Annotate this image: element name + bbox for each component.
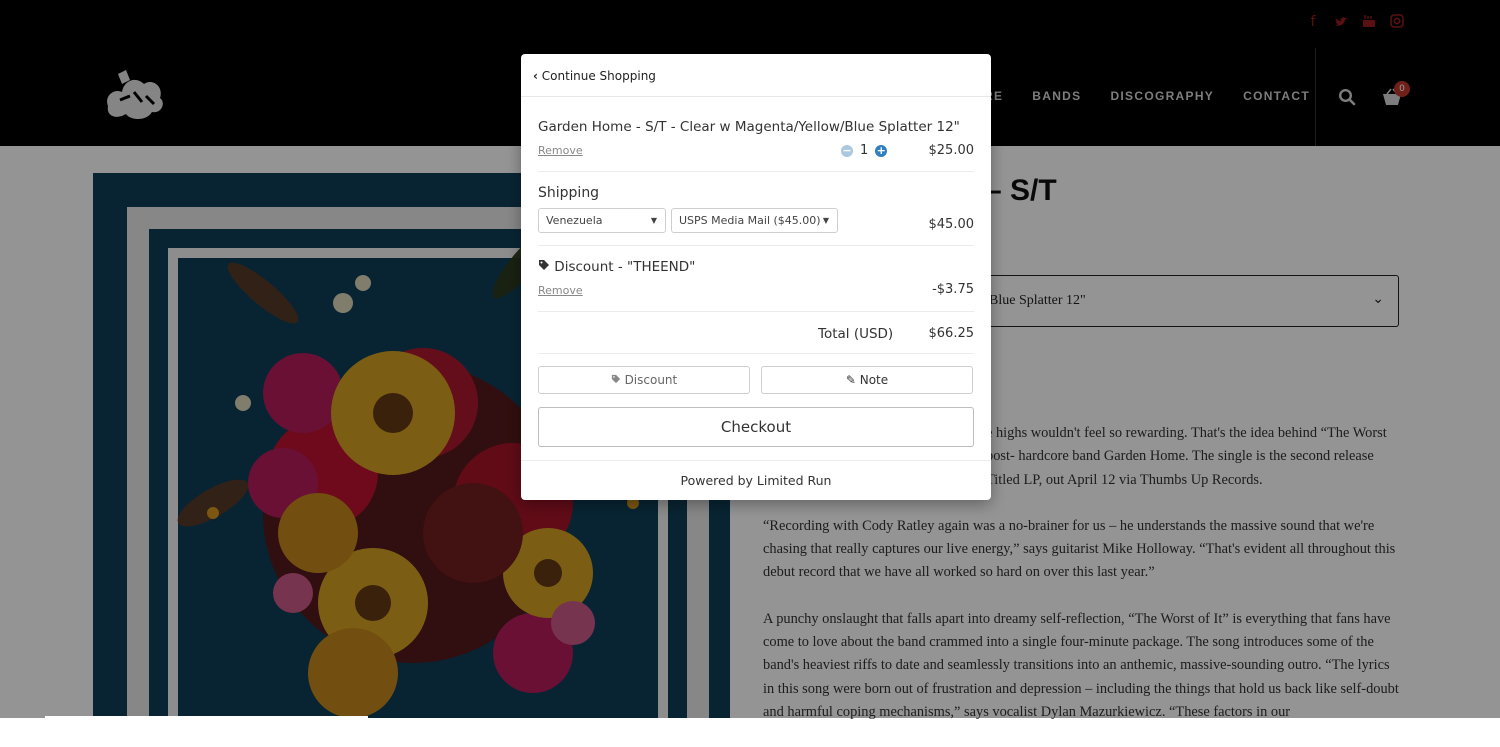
discount-amount: -$3.75 xyxy=(932,282,974,297)
discount-label: Discount - "THEEND" xyxy=(554,259,696,275)
shipping-method-value: USPS Media Mail ($45.00) xyxy=(679,214,821,227)
minus-icon[interactable]: − xyxy=(841,144,853,157)
continue-shopping-label: Continue Shopping xyxy=(541,69,656,83)
shipping-label: Shipping xyxy=(538,185,600,201)
cart-modal-header: ‹ Continue Shopping xyxy=(521,54,991,97)
divider xyxy=(538,353,974,354)
tag-icon xyxy=(538,259,554,275)
pencil-icon: ✎ xyxy=(845,373,856,387)
item-price: $25.00 xyxy=(928,143,975,158)
cart-modal: ‹ Continue Shopping Garden Home - S/T - … xyxy=(521,54,991,500)
divider xyxy=(538,245,974,246)
discount-row: Discount - "THEEND" xyxy=(538,259,695,275)
shipping-price: $45.00 xyxy=(928,217,975,232)
powered-by[interactable]: Powered by Limited Run xyxy=(521,460,991,501)
cart-item-title: Garden Home - S/T - Clear w Magenta/Yell… xyxy=(538,119,960,135)
discount-button[interactable]: Discount xyxy=(538,366,750,394)
remove-discount-link[interactable]: Remove xyxy=(538,284,583,297)
country-select-value: Venezuela xyxy=(546,214,603,227)
total-label: Total (USD) xyxy=(818,326,894,342)
country-select[interactable]: Venezuela ▼ xyxy=(538,208,666,233)
shipping-method-select[interactable]: USPS Media Mail ($45.00) ▼ xyxy=(671,208,838,233)
checkout-button[interactable]: Checkout xyxy=(538,407,974,447)
chevron-left-icon: ‹ xyxy=(533,69,538,83)
quantity-stepper: − 1 + xyxy=(841,143,888,158)
note-button[interactable]: ✎ Note xyxy=(761,366,973,394)
caret-down-icon: ▼ xyxy=(650,216,657,225)
divider xyxy=(538,311,974,312)
remove-item-link[interactable]: Remove xyxy=(538,144,583,157)
quantity-value: 1 xyxy=(860,143,869,158)
continue-shopping-link[interactable]: ‹ Continue Shopping xyxy=(533,69,656,83)
note-button-label: Note xyxy=(859,373,889,387)
total-amount: $66.25 xyxy=(928,326,975,341)
discount-button-label: Discount xyxy=(624,373,678,387)
caret-down-icon: ▼ xyxy=(822,216,829,225)
divider xyxy=(538,171,974,172)
tag-icon xyxy=(611,373,625,387)
plus-icon[interactable]: + xyxy=(875,144,888,157)
